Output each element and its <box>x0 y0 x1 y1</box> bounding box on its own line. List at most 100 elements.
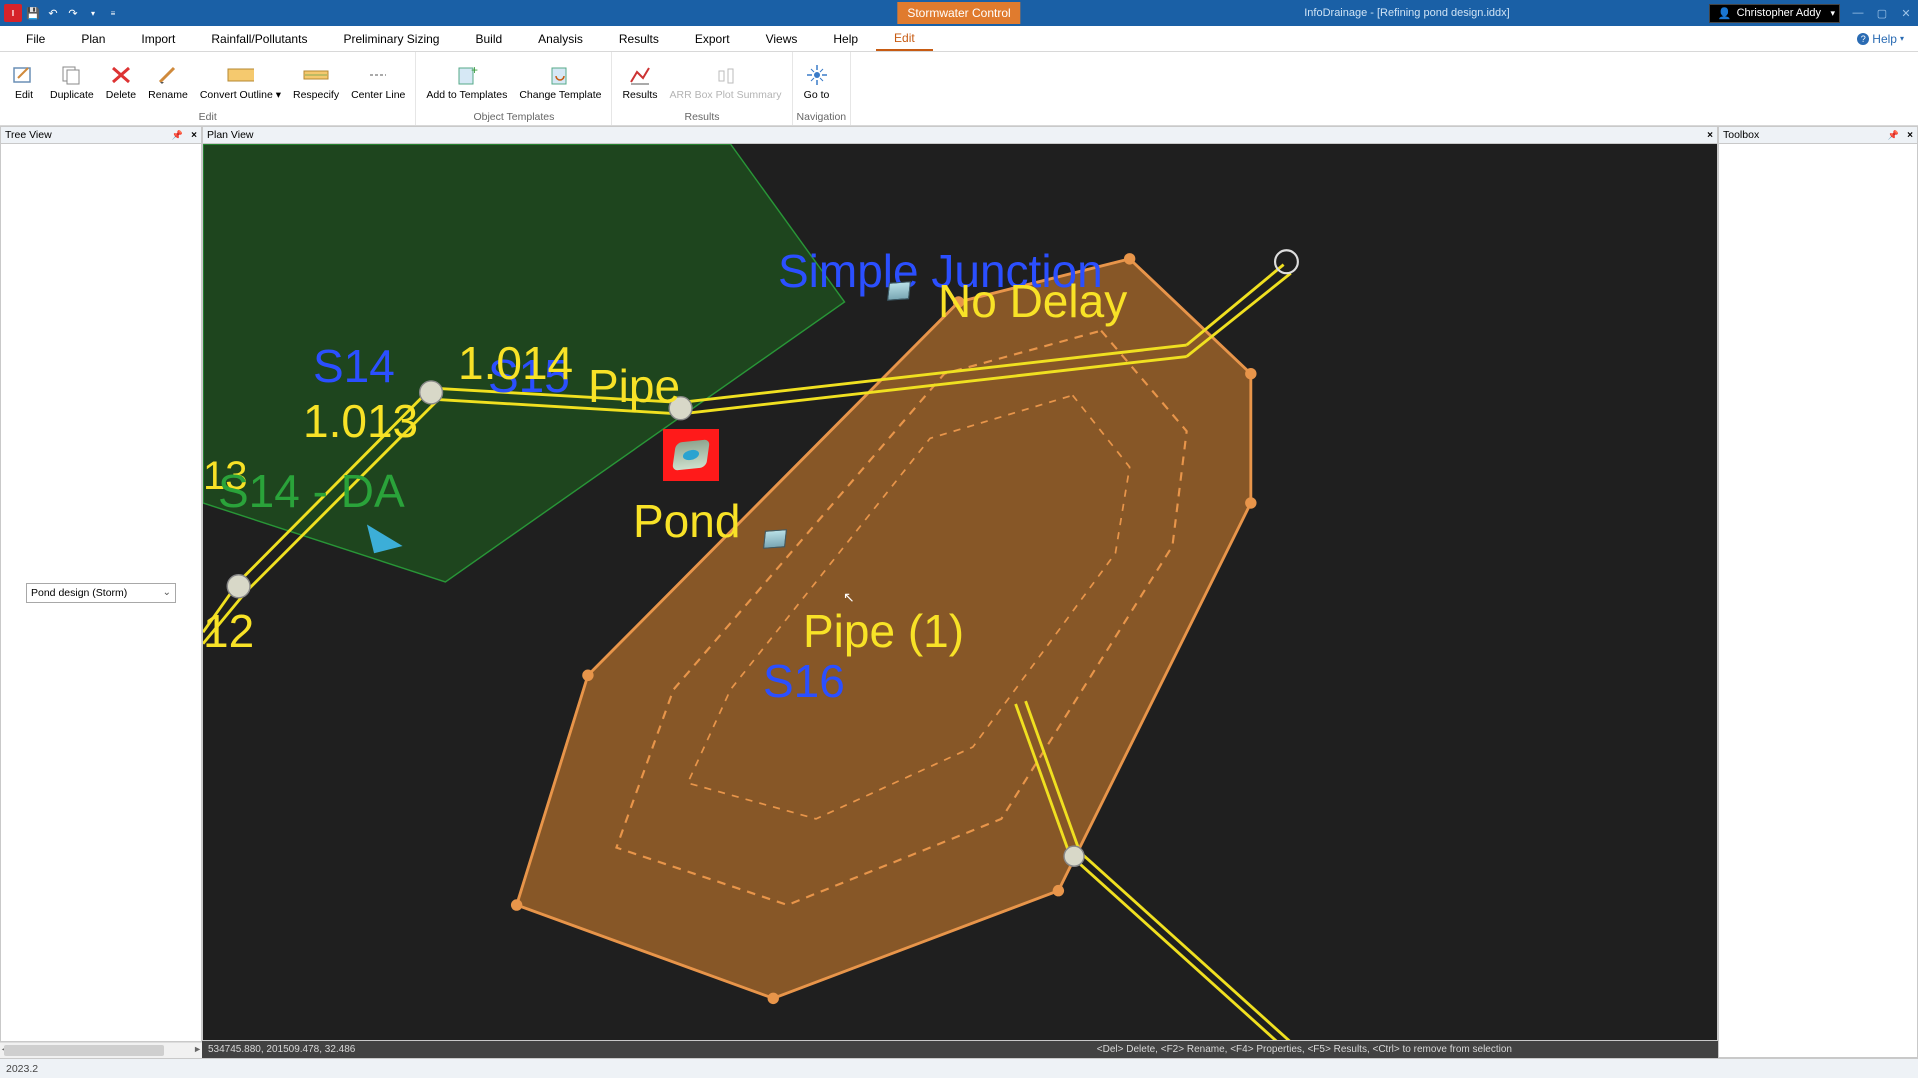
center-line-icon <box>364 63 392 87</box>
pencil-icon <box>154 63 182 87</box>
design-select-dropdown[interactable]: Pond design (Storm) <box>26 583 176 603</box>
ribbon-results-button[interactable]: Results <box>616 61 663 103</box>
menu-results[interactable]: Results <box>601 28 677 50</box>
menu-file[interactable]: File <box>8 28 63 50</box>
tree-view-panel: Tree View 📌 × Pond design (Storm) ◄ ► <box>0 126 202 1058</box>
scroll-right-icon[interactable]: ► <box>193 1044 202 1054</box>
svg-text:+: + <box>471 64 478 77</box>
menu-rainfall[interactable]: Rainfall/Pollutants <box>193 28 325 50</box>
mouse-cursor-icon: ↖ <box>843 589 855 606</box>
ribbon-rename-button[interactable]: Rename <box>142 61 194 103</box>
canvas-key-hints: <Del> Delete, <F2> Rename, <F4> Properti… <box>1097 1044 1512 1055</box>
pond-icon[interactable] <box>663 429 719 481</box>
qat-save-icon[interactable]: 💾 <box>24 4 42 22</box>
ribbon-go-to-label: Go to <box>804 89 830 101</box>
menu-preliminary-sizing[interactable]: Preliminary Sizing <box>325 28 457 50</box>
ribbon-group-results: Results ARR Box Plot Summary Results <box>612 52 792 125</box>
app-version: 2023.2 <box>6 1063 38 1075</box>
ribbon-go-to-button[interactable]: Go to <box>797 61 837 103</box>
ribbon-rename-label: Rename <box>148 89 188 101</box>
node-label-s16: S16 <box>763 654 845 708</box>
plus-template-icon: + <box>453 64 481 88</box>
close-icon[interactable]: × <box>191 130 197 141</box>
title-bar: I 💾 ↶ ↷ ▾ ≡ Stormwater Control InfoDrain… <box>0 0 1918 26</box>
toolbox-title: Toolbox <box>1723 129 1759 141</box>
ribbon-edit-label: Edit <box>15 89 33 101</box>
user-icon: 👤 <box>1718 7 1732 20</box>
help-link[interactable]: ? Help ▾ <box>1857 32 1910 46</box>
ribbon-center-line-button[interactable]: Center Line <box>345 61 411 103</box>
qat-redo-icon[interactable]: ↷ <box>64 4 82 22</box>
ribbon-toolbar: Edit Duplicate Delete Rename Convert Out… <box>0 52 1918 126</box>
window-restore-button[interactable]: ▢ <box>1870 7 1894 20</box>
qat-dropdown-icon[interactable]: ▾ <box>84 4 102 22</box>
ribbon-arr-boxplot-label: ARR Box Plot Summary <box>669 90 781 101</box>
toolbox-header[interactable]: Toolbox 📌 × <box>1718 126 1918 144</box>
swap-template-icon <box>546 64 574 88</box>
ribbon-respecify-button[interactable]: Respecify <box>287 61 345 103</box>
pipe-label-1013: 1.013 <box>303 394 418 448</box>
close-icon[interactable]: × <box>1707 130 1713 141</box>
ribbon-add-to-templates-label: Add to Templates <box>426 90 507 101</box>
menu-views[interactable]: Views <box>748 28 816 50</box>
menu-export[interactable]: Export <box>677 28 748 50</box>
qat-undo-icon[interactable]: ↶ <box>44 4 62 22</box>
menu-import[interactable]: Import <box>123 28 193 50</box>
scroll-thumb[interactable] <box>4 1045 164 1056</box>
ribbon-group-edit-label: Edit <box>4 110 411 125</box>
ribbon-center-line-label: Center Line <box>351 89 405 101</box>
ribbon-group-object-templates: +Add to Templates Change Template Object… <box>416 52 612 125</box>
plan-view-header[interactable]: Plan View × <box>202 126 1718 144</box>
ribbon-group-results-label: Results <box>616 110 787 125</box>
pin-icon[interactable]: 📌 <box>1888 130 1899 141</box>
ribbon-group-navigation: Go to Navigation <box>793 52 852 125</box>
ribbon-change-template-button[interactable]: Change Template <box>513 62 607 103</box>
close-icon[interactable]: × <box>1907 130 1913 141</box>
workspace: Tree View 📌 × Pond design (Storm) ◄ ► Pl… <box>0 126 1918 1058</box>
context-badge: Stormwater Control <box>897 2 1020 24</box>
catchment-label-s14-da: S14 - DA <box>218 464 405 518</box>
pencil-square-icon <box>10 63 38 87</box>
tree-horizontal-scrollbar[interactable]: ◄ ► <box>0 1042 202 1058</box>
menu-help[interactable]: Help <box>815 28 876 50</box>
ribbon-delete-button[interactable]: Delete <box>100 61 142 103</box>
ribbon-arr-boxplot-button: ARR Box Plot Summary <box>663 62 787 103</box>
application-status-bar: 2023.2 <box>0 1058 1918 1078</box>
pin-icon[interactable]: 📌 <box>172 130 183 141</box>
tree-view-header[interactable]: Tree View 📌 × <box>0 126 202 144</box>
ribbon-duplicate-label: Duplicate <box>50 89 94 101</box>
qat-customize-icon[interactable]: ≡ <box>104 4 122 22</box>
toolbox-panel: Toolbox 📌 × <box>1718 126 1918 1058</box>
pipe-label-12: 12 <box>203 604 254 658</box>
menu-edit[interactable]: Edit <box>876 27 933 51</box>
ribbon-duplicate-button[interactable]: Duplicate <box>44 61 100 103</box>
design-select-value: Pond design (Storm) <box>31 587 127 599</box>
menu-build[interactable]: Build <box>457 28 520 50</box>
canvas-coordinates: 534745.880, 201509.478, 32.486 <box>208 1044 355 1055</box>
arrows-icon <box>302 63 330 87</box>
help-question-icon: ? <box>1857 33 1869 45</box>
window-minimize-button[interactable]: — <box>1846 7 1870 19</box>
canvas-status-bar: 534745.880, 201509.478, 32.486 <Del> Del… <box>202 1041 1718 1058</box>
menu-analysis[interactable]: Analysis <box>520 28 601 50</box>
rect-outline-icon <box>226 63 254 87</box>
junction-icon[interactable] <box>887 281 911 301</box>
ribbon-add-to-templates-button[interactable]: + Add to Templates <box>420 62 513 103</box>
x-red-icon <box>107 63 135 87</box>
ribbon-group-edit: Edit Duplicate Delete Rename Convert Out… <box>0 52 416 125</box>
ribbon-convert-outline-button[interactable]: Convert Outline ▾ <box>194 61 287 103</box>
user-name: Christopher Addy <box>1737 7 1821 19</box>
window-close-button[interactable]: ✕ <box>1894 7 1918 20</box>
swc-label-pond: Pond <box>633 494 740 548</box>
outlet-node-icon[interactable] <box>763 529 787 549</box>
tree-view-title: Tree View <box>5 129 52 141</box>
ribbon-group-navigation-label: Navigation <box>797 110 847 125</box>
user-account-dropdown[interactable]: 👤 Christopher Addy <box>1709 4 1840 23</box>
plan-canvas[interactable]: S14 S15 S16 Simple Junction 1.014 1.013 … <box>202 144 1718 1041</box>
toolbox-body <box>1718 144 1918 1058</box>
help-link-label: Help <box>1872 32 1897 46</box>
window-title: InfoDrainage - [Refining pond design.idd… <box>1304 7 1509 19</box>
ribbon-edit-button[interactable]: Edit <box>4 61 44 103</box>
tree-view-body: Pond design (Storm) <box>0 144 202 1042</box>
menu-plan[interactable]: Plan <box>63 28 123 50</box>
